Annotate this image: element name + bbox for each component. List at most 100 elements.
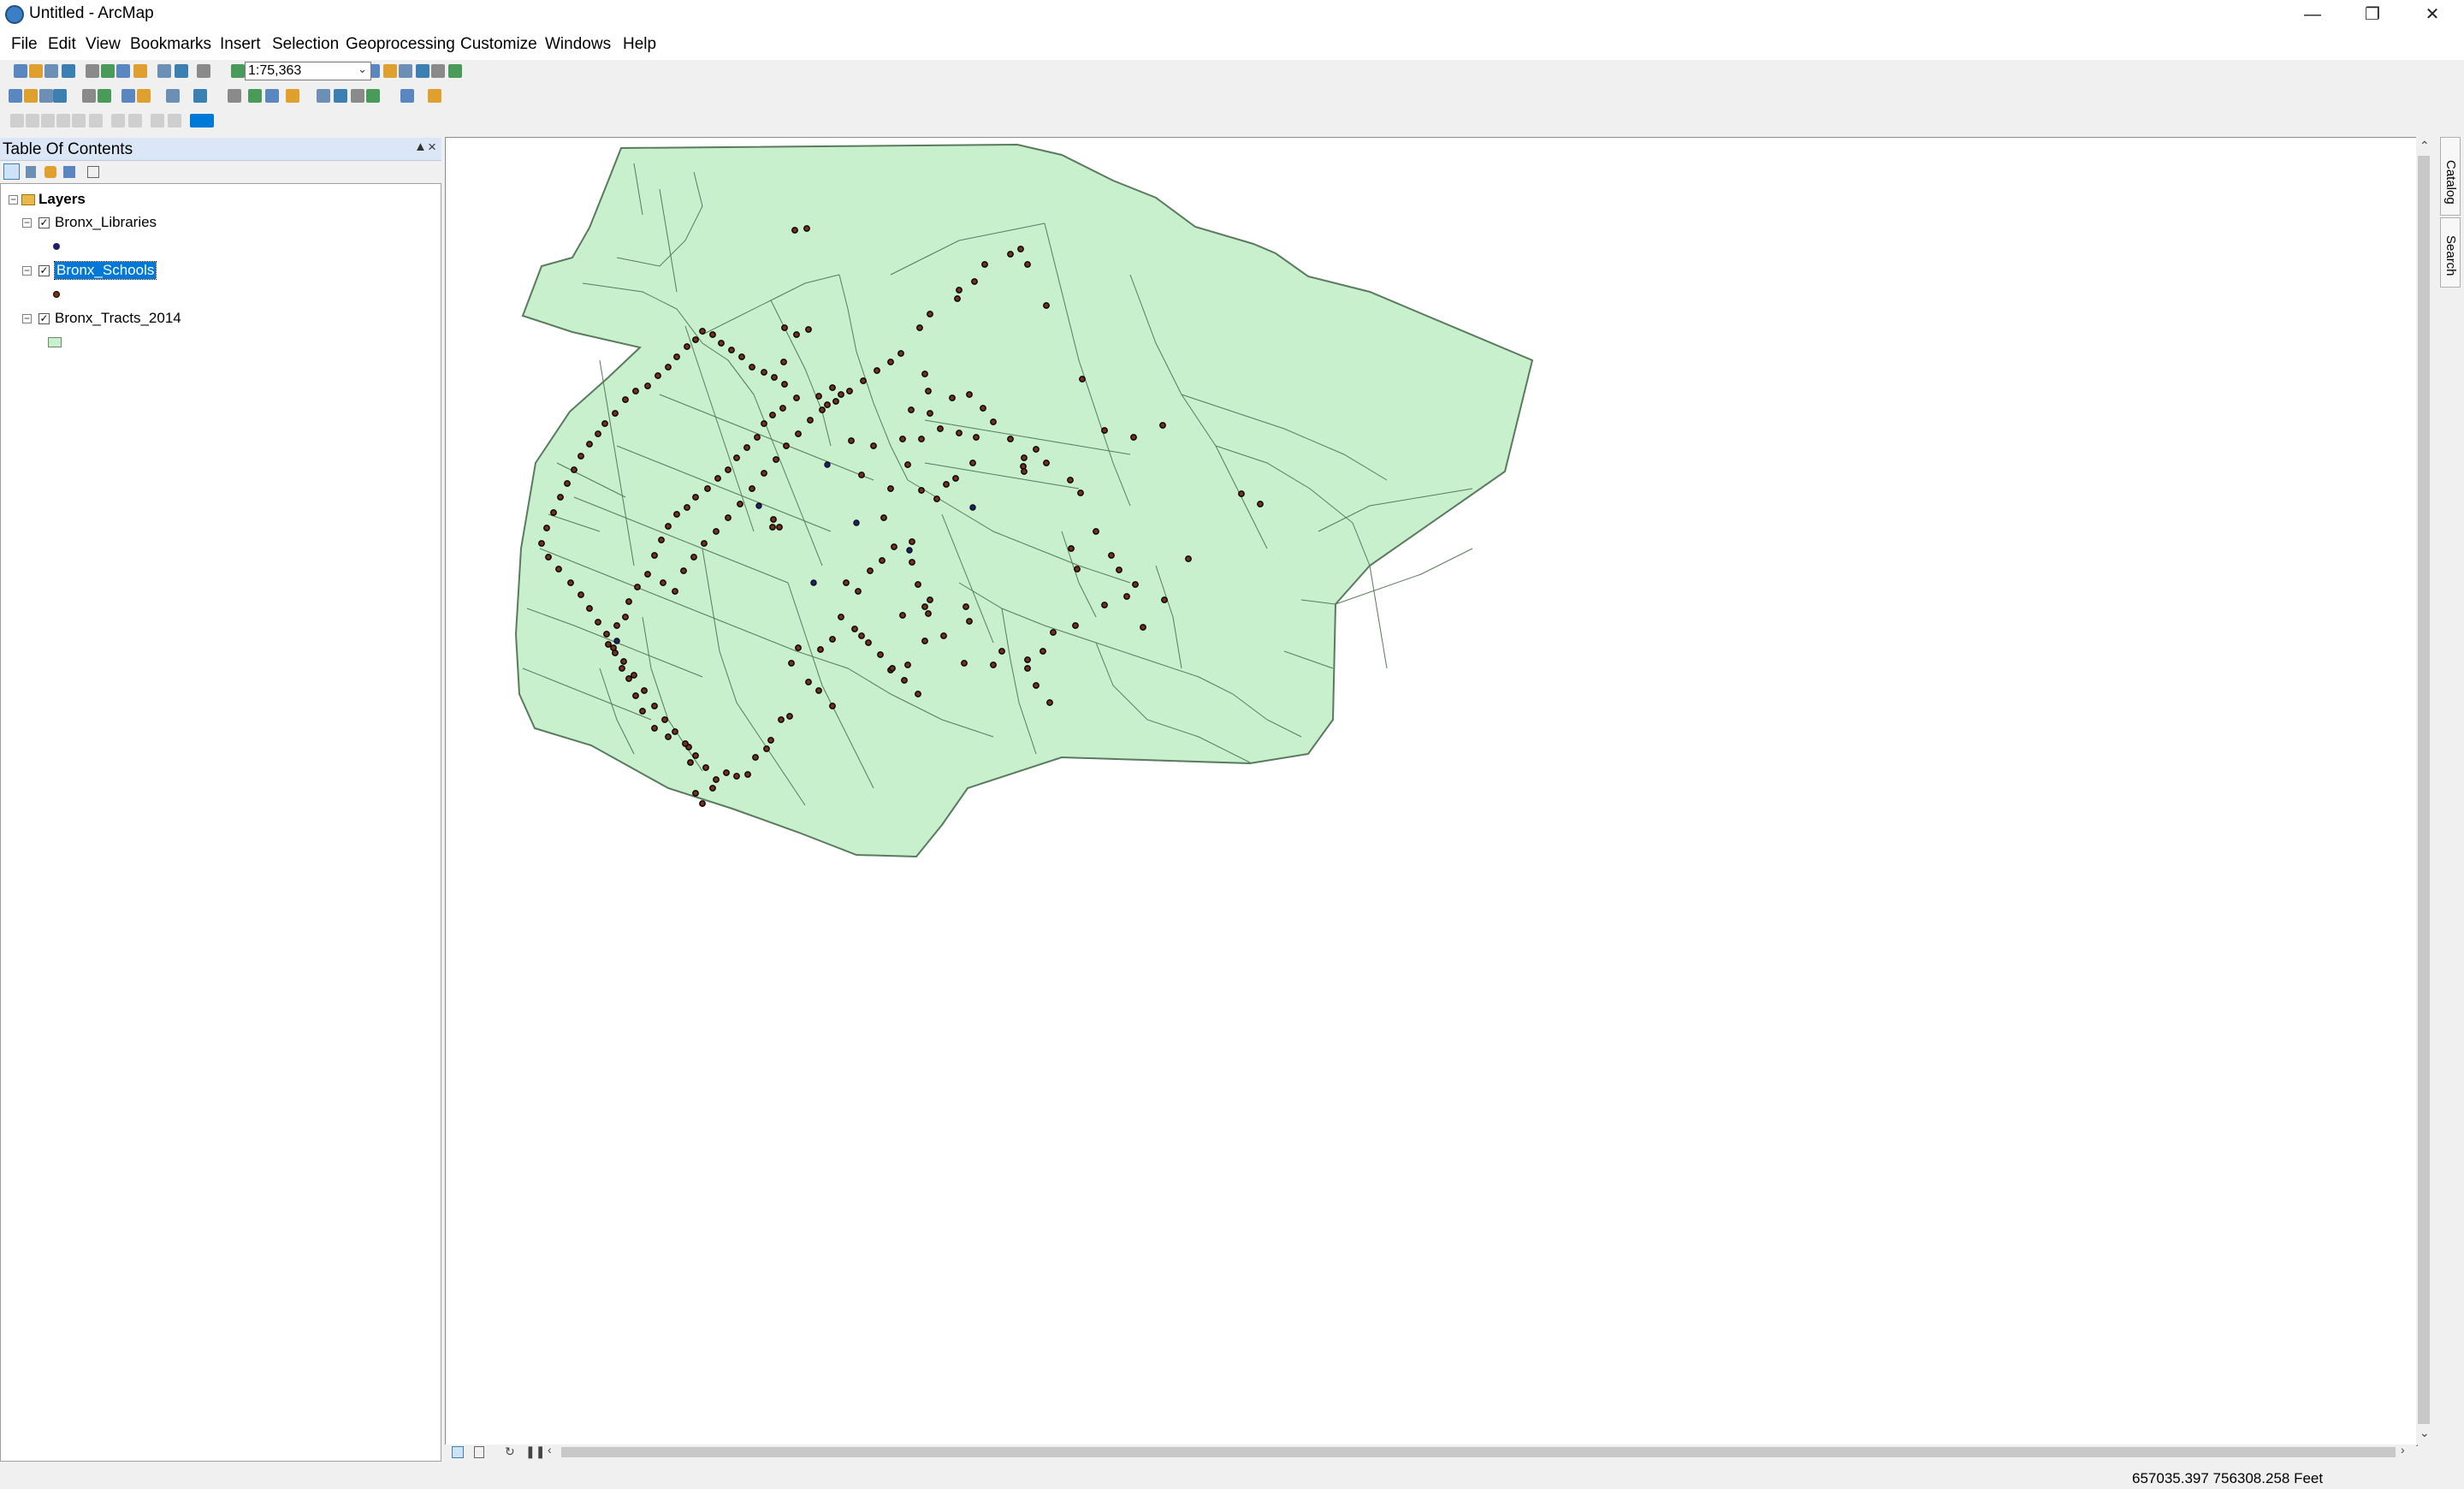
school-point[interactable]	[701, 540, 708, 547]
school-point[interactable]	[879, 557, 886, 564]
refresh-icon[interactable]: ↻	[505, 1445, 515, 1459]
school-point[interactable]	[1132, 581, 1139, 588]
school-point[interactable]	[1093, 528, 1099, 535]
layer-bronx-schools[interactable]: Bronx_Schools	[53, 261, 157, 280]
school-point[interactable]	[1024, 656, 1031, 663]
school-point[interactable]	[971, 278, 978, 285]
school-point[interactable]	[769, 524, 776, 531]
school-point[interactable]	[632, 692, 639, 699]
school-point[interactable]	[943, 481, 950, 488]
school-point[interactable]	[990, 418, 997, 425]
school-point[interactable]	[601, 420, 608, 427]
menu-edit[interactable]: Edit	[48, 35, 76, 54]
school-point[interactable]	[1074, 566, 1081, 572]
school-point[interactable]	[654, 372, 661, 379]
school-point[interactable]	[851, 626, 858, 632]
school-point[interactable]	[846, 388, 853, 394]
school-point[interactable]	[613, 622, 620, 629]
fixed-zoom-out-icon[interactable]	[98, 89, 111, 103]
school-point[interactable]	[848, 437, 855, 444]
school-point[interactable]	[981, 261, 988, 268]
school-point[interactable]	[1159, 422, 1166, 429]
library-point[interactable]	[755, 502, 762, 509]
copy-icon[interactable]	[101, 64, 115, 78]
school-point[interactable]	[1238, 490, 1245, 497]
scroll-right-icon[interactable]: ›	[2401, 1443, 2405, 1456]
school-point[interactable]	[692, 752, 699, 759]
school-point[interactable]	[927, 410, 933, 417]
school-point[interactable]	[870, 442, 877, 449]
school-point[interactable]	[1024, 665, 1031, 672]
undo-icon[interactable]	[157, 64, 171, 78]
school-point[interactable]	[901, 677, 908, 684]
list-by-drawing-order-icon[interactable]	[3, 163, 20, 180]
collapse-icon[interactable]: −	[9, 194, 18, 205]
school-point[interactable]	[829, 384, 836, 391]
find-icon[interactable]	[334, 89, 347, 103]
school-point[interactable]	[897, 350, 904, 357]
school-point[interactable]	[632, 388, 639, 394]
school-point[interactable]	[805, 326, 812, 333]
layer-bronx-libraries[interactable]: Bronx_Libraries	[55, 214, 157, 231]
python-icon[interactable]	[431, 64, 445, 78]
school-point[interactable]	[956, 430, 962, 436]
select-features-icon[interactable]	[166, 89, 180, 103]
close-icon[interactable]: ×	[428, 139, 436, 156]
school-point[interactable]	[824, 401, 831, 408]
school-point[interactable]	[940, 632, 947, 639]
school-point[interactable]	[673, 353, 680, 360]
school-point[interactable]	[545, 554, 552, 561]
print-icon[interactable]	[62, 64, 75, 78]
school-point[interactable]	[622, 396, 629, 403]
menu-geoprocessing[interactable]: Geoprocessing	[346, 35, 455, 54]
xy-icon[interactable]	[366, 89, 380, 103]
new-icon[interactable]	[14, 64, 27, 78]
school-point[interactable]	[980, 405, 986, 412]
school-point[interactable]	[966, 391, 973, 398]
add-data-icon[interactable]	[197, 64, 210, 78]
school-point[interactable]	[738, 353, 745, 360]
school-point[interactable]	[916, 324, 923, 331]
layer-visibility-checkbox[interactable]: ✓	[38, 265, 50, 276]
school-point[interactable]	[908, 406, 915, 413]
school-point[interactable]	[1033, 446, 1040, 453]
school-point[interactable]	[969, 460, 976, 466]
school-point[interactable]	[865, 639, 872, 646]
draw-tool-icon[interactable]	[89, 114, 103, 128]
draw-tool-icon[interactable]	[128, 114, 142, 128]
draw-tool-icon[interactable]	[26, 114, 39, 128]
find-route-icon[interactable]	[351, 89, 364, 103]
full-extent-icon[interactable]	[53, 89, 67, 103]
paste-icon[interactable]	[116, 64, 130, 78]
school-point[interactable]	[973, 434, 980, 441]
school-point[interactable]	[909, 559, 915, 566]
school-point[interactable]	[644, 571, 651, 578]
scroll-left-icon[interactable]: ‹	[548, 1443, 552, 1456]
draw-tool-icon[interactable]	[10, 114, 24, 128]
school-point[interactable]	[1040, 648, 1046, 655]
vertical-scroll-thumb[interactable]	[2418, 156, 2430, 1424]
school-point[interactable]	[578, 591, 584, 598]
school-point[interactable]	[962, 603, 969, 610]
school-point[interactable]	[761, 470, 767, 477]
school-point[interactable]	[1185, 555, 1192, 562]
options-icon[interactable]	[87, 166, 99, 178]
school-point[interactable]	[733, 773, 740, 780]
school-point[interactable]	[692, 790, 699, 797]
school-point[interactable]	[612, 410, 619, 417]
school-point[interactable]	[904, 661, 911, 668]
school-point[interactable]	[887, 359, 894, 365]
school-point[interactable]	[586, 605, 593, 612]
school-point[interactable]	[672, 728, 678, 735]
arctoolbox-icon[interactable]	[416, 64, 429, 78]
school-point[interactable]	[625, 675, 632, 682]
school-point[interactable]	[557, 494, 564, 501]
school-point[interactable]	[860, 377, 867, 384]
menu-windows[interactable]: Windows	[545, 35, 611, 54]
school-point[interactable]	[1101, 602, 1108, 608]
data-frame-layers[interactable]: Layers	[38, 191, 86, 208]
school-point[interactable]	[595, 619, 601, 626]
school-point[interactable]	[631, 672, 637, 679]
hyperlink-icon[interactable]	[265, 89, 279, 103]
school-point[interactable]	[838, 391, 844, 398]
